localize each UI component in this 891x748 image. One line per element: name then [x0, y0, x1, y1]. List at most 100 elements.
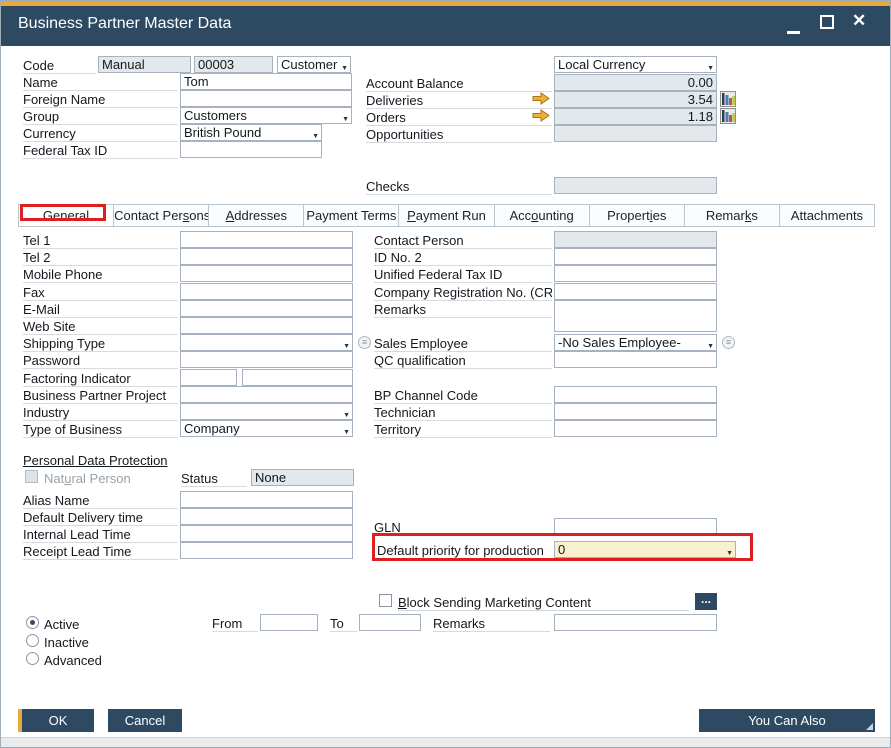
- block-marketing-checkbox[interactable]: [379, 594, 392, 607]
- currency-select[interactable]: British Pound▼: [180, 124, 322, 141]
- window-title: Business Partner Master Data: [18, 15, 231, 33]
- contact-person-label: Contact Person: [374, 233, 552, 249]
- internal-lead-time-field[interactable]: [180, 525, 353, 542]
- deliveries-label: Deliveries: [366, 93, 552, 109]
- active-label: Active: [44, 617, 79, 632]
- foreign-name-label: Foreign Name: [23, 92, 178, 108]
- tel2-label: Tel 2: [23, 250, 178, 266]
- active-radio[interactable]: [26, 616, 39, 629]
- chevron-down-icon: ▼: [312, 129, 319, 141]
- factoring-indicator-field[interactable]: [180, 369, 237, 386]
- alias-name-field[interactable]: [180, 491, 353, 508]
- factoring-indicator-label: Factoring Indicator: [23, 371, 178, 387]
- id-no2-field[interactable]: [554, 248, 717, 265]
- window-resize-strip: [1, 737, 891, 748]
- federal-tax-id-label: Federal Tax ID: [23, 143, 178, 159]
- inactive-label: Inactive: [44, 635, 89, 650]
- bp-project-field[interactable]: [180, 386, 353, 403]
- minimize-icon[interactable]: [787, 31, 800, 34]
- website-field[interactable]: [180, 317, 353, 334]
- tab-payment-terms[interactable]: Payment Terms: [304, 205, 399, 226]
- type-of-business-select[interactable]: Company▼: [180, 420, 353, 437]
- more-options-button[interactable]: ...: [695, 593, 717, 610]
- unified-federal-tax-id-field[interactable]: [554, 265, 717, 282]
- natural-person-checkbox[interactable]: [25, 470, 38, 483]
- tab-attachments[interactable]: Attachments: [780, 205, 875, 226]
- maximize-icon[interactable]: [820, 15, 834, 29]
- close-icon[interactable]: ✕: [852, 11, 866, 31]
- contact-person-field[interactable]: [554, 231, 717, 248]
- remarks-field[interactable]: [554, 300, 717, 332]
- cancel-button[interactable]: Cancel: [108, 709, 182, 732]
- default-delivery-time-field[interactable]: [180, 508, 353, 525]
- code-number-field[interactable]: 00003: [194, 56, 273, 73]
- status-field[interactable]: None: [251, 469, 354, 486]
- gln-label: GLN: [374, 520, 552, 536]
- sales-employee-label: Sales Employee: [374, 336, 552, 352]
- tab-addresses[interactable]: Addresses: [209, 205, 304, 226]
- business-partner-window: Business Partner Master Data ✕ Code Manu…: [0, 0, 891, 748]
- sales-employee-select[interactable]: -No Sales Employee-▼: [554, 334, 717, 351]
- account-balance-field[interactable]: 0.00: [554, 74, 717, 91]
- gln-field[interactable]: [554, 518, 717, 535]
- name-field[interactable]: Tom: [180, 73, 352, 90]
- tel2-field[interactable]: [180, 248, 353, 265]
- shipping-type-label: Shipping Type: [23, 336, 178, 352]
- account-balance-label: Account Balance: [366, 76, 552, 92]
- menu-corner-icon: [866, 723, 873, 730]
- industry-select[interactable]: ▼: [180, 403, 353, 420]
- factoring-indicator-description-field[interactable]: [242, 369, 353, 386]
- foreign-name-field[interactable]: [180, 90, 352, 107]
- code-type-select[interactable]: Customer▼: [277, 56, 351, 73]
- default-priority-select[interactable]: 0▼: [554, 541, 736, 558]
- chevron-down-icon: ▼: [343, 339, 350, 351]
- fax-label: Fax: [23, 285, 178, 301]
- from-field[interactable]: [260, 614, 318, 631]
- window-accent-stripe: [1, 1, 891, 6]
- advanced-label: Advanced: [44, 653, 102, 668]
- email-label: E-Mail: [23, 302, 178, 318]
- code-mode-field[interactable]: Manual: [98, 56, 191, 73]
- tab-payment-run[interactable]: Payment Run: [399, 205, 494, 226]
- tab-general[interactable]: General: [18, 205, 114, 226]
- tel1-field[interactable]: [180, 231, 353, 248]
- define-new-icon[interactable]: ≡: [722, 336, 735, 349]
- qc-qualification-field[interactable]: [554, 351, 717, 368]
- tab-contact-persons[interactable]: Contact Persons: [114, 205, 209, 226]
- bar-chart-icon[interactable]: [720, 108, 736, 124]
- shipping-type-select[interactable]: ▼: [180, 334, 353, 351]
- tab-properties[interactable]: Properties: [590, 205, 685, 226]
- deliveries-field[interactable]: 3.54: [554, 91, 717, 108]
- checks-field[interactable]: [554, 177, 717, 194]
- group-label: Group: [23, 109, 178, 125]
- orders-field[interactable]: 1.18: [554, 108, 717, 125]
- mobile-phone-label: Mobile Phone: [23, 267, 178, 283]
- display-currency-select[interactable]: Local Currency▼: [554, 56, 717, 73]
- federal-tax-id-field[interactable]: [180, 141, 322, 158]
- password-field[interactable]: [180, 351, 353, 368]
- technician-field[interactable]: [554, 403, 717, 420]
- tab-remarks[interactable]: Remarks: [685, 205, 780, 226]
- footer-remarks-field[interactable]: [554, 614, 717, 631]
- block-marketing-label: Block Sending Marketing Content: [398, 595, 689, 611]
- define-new-icon[interactable]: ≡: [358, 336, 371, 349]
- technician-label: Technician: [374, 405, 552, 421]
- bar-chart-icon[interactable]: [720, 91, 736, 107]
- crn-field[interactable]: [554, 283, 717, 300]
- receipt-lead-time-field[interactable]: [180, 542, 353, 559]
- ok-button[interactable]: OK: [18, 709, 94, 732]
- territory-field[interactable]: [554, 420, 717, 437]
- tab-accounting[interactable]: Accounting: [495, 205, 590, 226]
- bp-channel-code-field[interactable]: [554, 386, 717, 403]
- opportunities-field[interactable]: [554, 125, 717, 142]
- you-can-also-button[interactable]: You Can Also: [699, 709, 875, 732]
- mobile-phone-field[interactable]: [180, 265, 353, 282]
- email-field[interactable]: [180, 300, 353, 317]
- fax-field[interactable]: [180, 283, 353, 300]
- to-field[interactable]: [359, 614, 421, 631]
- inactive-radio[interactable]: [26, 634, 39, 647]
- link-arrow-icon[interactable]: [532, 109, 550, 122]
- link-arrow-icon[interactable]: [532, 92, 550, 105]
- group-select[interactable]: Customers▼: [180, 107, 352, 124]
- advanced-radio[interactable]: [26, 652, 39, 665]
